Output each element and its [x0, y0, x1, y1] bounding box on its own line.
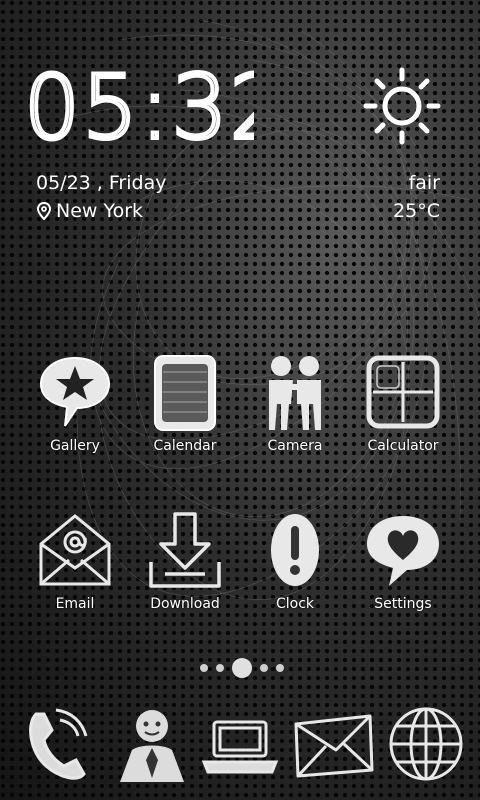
- page-dot[interactable]: [216, 664, 224, 672]
- gallery-icon: [39, 356, 111, 427]
- settings-icon: [367, 516, 439, 586]
- page-dot[interactable]: [276, 664, 284, 672]
- app-download[interactable]: Download: [130, 510, 240, 612]
- weather-temperature: 25°C: [393, 200, 440, 222]
- app-calendar[interactable]: Calendar: [130, 352, 240, 454]
- laptop-icon[interactable]: [200, 704, 280, 788]
- phone-icon[interactable]: [16, 704, 96, 788]
- date-label: 05/23 , Friday: [36, 172, 167, 194]
- svg-text:05:32: 05:32: [24, 66, 254, 146]
- page-dot-current[interactable]: [232, 658, 252, 678]
- app-camera[interactable]: Camera: [240, 352, 350, 454]
- app-label: Email: [55, 596, 95, 612]
- app-label: Calculator: [367, 438, 439, 454]
- email-icon: [39, 514, 111, 586]
- app-label: Camera: [267, 438, 323, 454]
- download-icon: [149, 512, 221, 588]
- app-label: Download: [150, 596, 220, 612]
- sun-icon[interactable]: [358, 66, 448, 156]
- camera-icon: [269, 356, 321, 430]
- app-gallery[interactable]: Gallery: [20, 352, 130, 454]
- app-label: Clock: [275, 596, 315, 612]
- app-settings[interactable]: Settings: [348, 510, 458, 612]
- app-label: Calendar: [153, 438, 217, 454]
- dock: [0, 700, 480, 800]
- page-dot[interactable]: [260, 664, 268, 672]
- clock-icon: [271, 514, 319, 586]
- app-calculator[interactable]: Calculator: [348, 352, 458, 454]
- location-pin-icon: [36, 202, 52, 220]
- page-dot[interactable]: [200, 664, 208, 672]
- app-email[interactable]: Email: [20, 510, 130, 612]
- page-indicator[interactable]: [200, 658, 284, 678]
- time-glyphs: 05:32: [24, 66, 254, 146]
- location[interactable]: New York: [36, 200, 143, 222]
- app-label: Settings: [374, 596, 432, 612]
- browser-icon[interactable]: [386, 704, 466, 788]
- contacts-icon[interactable]: [112, 704, 192, 788]
- calendar-icon: [154, 355, 216, 431]
- calculator-icon: [366, 355, 440, 429]
- messages-icon[interactable]: [292, 704, 376, 788]
- app-clock[interactable]: Clock: [240, 510, 350, 612]
- app-label: Gallery: [50, 438, 100, 454]
- city-label: New York: [56, 200, 144, 222]
- weather-condition: fair: [408, 172, 440, 194]
